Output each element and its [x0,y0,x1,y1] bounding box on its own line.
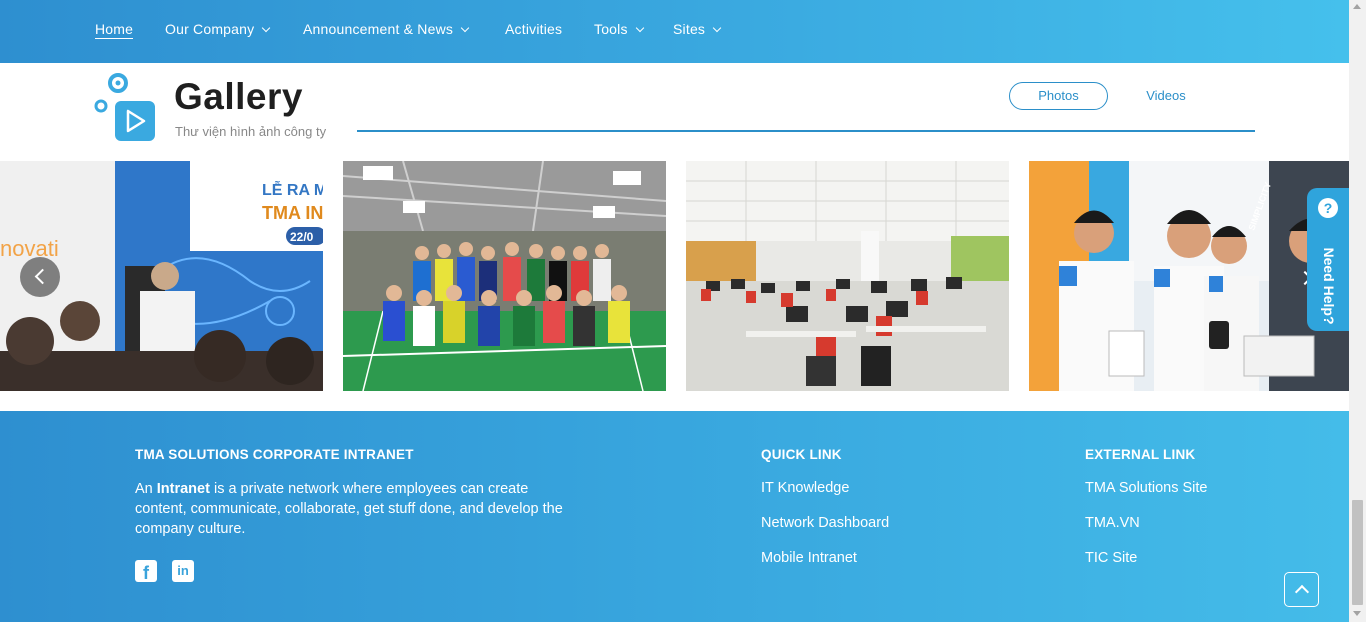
footer-link-tic-site[interactable]: TIC Site [1085,550,1137,566]
gallery-divider [357,130,1255,132]
need-help-label: Need Help? [1321,247,1337,325]
nav-item-label: Our Company [165,21,255,37]
top-nav: Home Our Company Announcement & News Act… [0,0,1349,63]
nav-item-label: Sites [673,21,706,37]
about-text-prefix: An [135,481,157,497]
need-help-tab[interactable]: ? Need Help? [1307,188,1349,331]
office-photo [686,161,1009,391]
page-scrollbar[interactable] [1349,0,1366,622]
question-icon: ? [1318,198,1338,218]
footer-external-link-heading: EXTERNAL LINK [1085,447,1196,462]
slide-caption: LỄ RA MẮ [262,180,323,199]
footer: TMA SOLUTIONS CORPORATE INTRANET An Intr… [0,411,1349,622]
gallery-title: Gallery [174,76,303,117]
gallery-subtitle: Thư viện hình ảnh công ty [175,124,327,139]
scroll-to-top-button[interactable] [1284,572,1319,607]
chevron-down-icon [262,23,271,33]
nav-item-announcement-news[interactable]: Announcement & News [303,21,470,37]
nav-item-sites[interactable]: Sites [673,21,722,37]
nav-item-activities[interactable]: Activities [505,21,562,37]
carousel-prev-button[interactable] [20,257,60,297]
scroll-up-arrow-icon[interactable] [1353,4,1361,9]
linkedin-icon[interactable]: in [172,560,194,582]
scroll-down-arrow-icon[interactable] [1353,611,1361,616]
nav-item-label: Announcement & News [303,21,454,37]
nav-item-home[interactable]: Home [95,21,134,39]
footer-link-tma-solutions-site[interactable]: TMA Solutions Site [1085,480,1208,496]
footer-about-heading: TMA SOLUTIONS CORPORATE INTRANET [135,447,414,462]
chevron-down-icon [712,23,722,33]
footer-link-tma-vn[interactable]: TMA.VN [1085,515,1140,531]
nav-item-label: Home [95,21,134,37]
footer-link-mobile-intranet[interactable]: Mobile Intranet [761,550,857,566]
scrollbar-thumb[interactable] [1352,500,1363,605]
tab-videos[interactable]: Videos [1132,82,1200,110]
nav-item-our-company[interactable]: Our Company [165,21,271,37]
chevron-down-icon [635,23,644,33]
facebook-icon[interactable]: f [135,560,157,583]
tab-photos[interactable]: Photos [1009,82,1108,110]
badminton-team-photo [343,161,666,391]
slide-caption: TMA IN [262,203,323,223]
slide-caption: novati [0,236,59,261]
chevron-down-icon [460,23,470,33]
footer-link-network-dashboard[interactable]: Network Dashboard [761,515,889,531]
nav-item-label: Tools [594,21,628,37]
footer-link-it-knowledge[interactable]: IT Knowledge [761,480,849,496]
slide-caption: 22/0 [290,230,314,244]
about-text-bold: Intranet [156,481,210,497]
footer-about-text: An Intranet is a private network where e… [135,479,575,539]
nav-item-tools[interactable]: Tools [594,21,644,37]
gallery-slide-badminton[interactable] [343,161,666,391]
gallery-slide-office[interactable] [686,161,1009,391]
footer-quick-link-heading: QUICK LINK [761,447,842,462]
gallery-play-icon [93,73,155,141]
nav-item-label: Activities [505,21,563,37]
